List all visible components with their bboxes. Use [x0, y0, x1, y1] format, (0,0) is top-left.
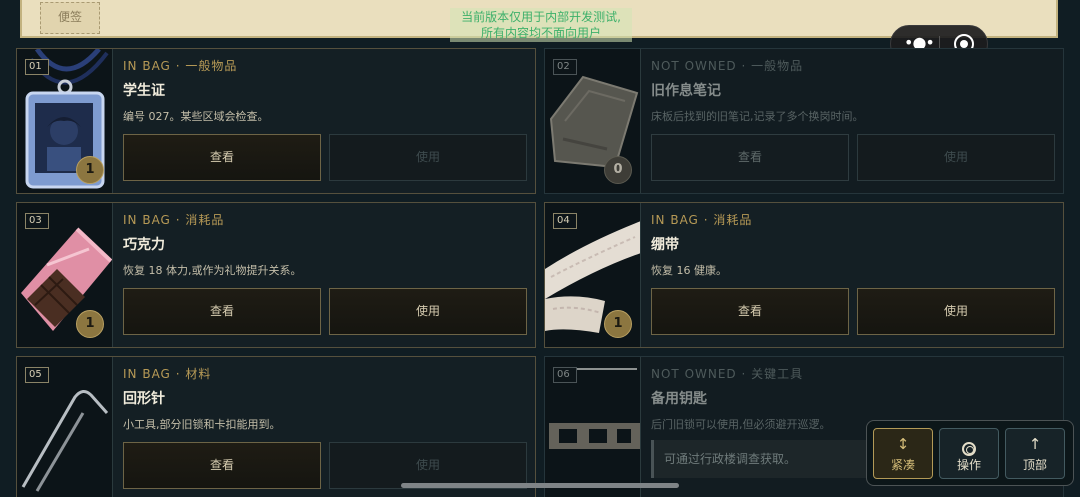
- action-ring-icon: [962, 442, 976, 456]
- arrow-up-icon: ↑: [1028, 435, 1042, 453]
- meta-separator: ·: [741, 367, 747, 381]
- action-button[interactable]: 操作: [939, 428, 999, 479]
- item-card: 04 1 IN BAG · 消耗品 绷带 恢复 16 健康。 查看 使用: [544, 202, 1064, 348]
- use-button[interactable]: 使用: [329, 288, 527, 335]
- view-button[interactable]: 查看: [651, 134, 849, 181]
- meta-separator: ·: [175, 367, 181, 381]
- item-index: 02: [553, 59, 577, 75]
- item-thumbnail: 03 1: [17, 203, 113, 347]
- item-description: 小工具,部分旧锁和卡扣能用到。: [123, 418, 281, 431]
- home-indicator[interactable]: [401, 483, 679, 488]
- dev-notice-line1: 当前版本仅用于内部开发测试,: [461, 10, 621, 24]
- item-thumbnail: 01 1: [17, 49, 113, 193]
- item-category: 关键工具: [751, 367, 804, 381]
- item-status: IN BAG: [123, 213, 171, 227]
- item-name: 旧作息笔记: [651, 83, 721, 99]
- item-index: 03: [25, 213, 49, 229]
- item-description: 后门旧锁可以使用,但必须避开巡逻。: [651, 418, 831, 431]
- item-index: 05: [25, 367, 49, 383]
- item-meta: IN BAG · 一般物品: [123, 57, 237, 74]
- item-card: 02 0 NOT OWNED · 一般物品 旧作息笔记 床板后找到的旧笔记,记录…: [544, 48, 1064, 194]
- item-index: 06: [553, 367, 577, 383]
- item-card: 03 1 IN BAG · 消耗品 巧克力 恢复 18 体力,或作为礼物提升关系…: [16, 202, 536, 348]
- item-card: 01 1 IN BAG · 一般物品 学生证 编号 027。某些区域会检查。 查…: [16, 48, 536, 194]
- scroll-top-label: 顶部: [1022, 458, 1047, 472]
- item-status: IN BAG: [123, 367, 171, 381]
- item-thumbnail: 02 0: [545, 49, 641, 193]
- note-tag[interactable]: 便签: [40, 2, 100, 34]
- item-meta: NOT OWNED · 一般物品: [651, 57, 803, 74]
- item-status: NOT OWNED: [651, 367, 737, 381]
- use-button[interactable]: 使用: [329, 442, 527, 489]
- item-thumbnail: 06: [545, 357, 641, 497]
- use-button[interactable]: 使用: [329, 134, 527, 181]
- compact-arrows-icon: ↕: [896, 435, 910, 453]
- item-category: 一般物品: [751, 59, 804, 73]
- item-meta: IN BAG · 材料: [123, 365, 211, 382]
- action-ring-icon-wrap: [940, 435, 998, 456]
- item-meta: IN BAG · 消耗品: [651, 211, 752, 228]
- item-meta: NOT OWNED · 关键工具: [651, 365, 803, 382]
- item-index: 04: [553, 213, 577, 229]
- item-quantity-badge: 1: [76, 310, 104, 338]
- item-card: 05 IN BAG · 材料 回形针 小工具,部分旧锁和卡扣能用到。 查看 使用: [16, 356, 536, 497]
- item-category: 消耗品: [713, 213, 753, 227]
- item-name: 绷带: [651, 237, 679, 253]
- item-name: 回形针: [123, 391, 165, 407]
- item-index: 01: [25, 59, 49, 75]
- compact-label: 紧凑: [890, 458, 915, 472]
- meta-separator: ·: [703, 213, 709, 227]
- view-button[interactable]: 查看: [123, 134, 321, 181]
- view-button[interactable]: 查看: [651, 288, 849, 335]
- meta-separator: ·: [175, 213, 181, 227]
- item-thumbnail: 05: [17, 357, 113, 497]
- item-description: 床板后找到的旧笔记,记录了多个换岗时间。: [651, 110, 864, 123]
- meta-separator: ·: [741, 59, 747, 73]
- scroll-top-button[interactable]: ↑ 顶部: [1005, 428, 1065, 479]
- item-category: 一般物品: [185, 59, 238, 73]
- dev-notice-line2: 所有内容均不面向用户: [480, 26, 601, 40]
- item-name: 学生证: [123, 83, 165, 99]
- item-status: NOT OWNED: [651, 59, 737, 73]
- item-status: IN BAG: [651, 213, 699, 227]
- item-description: 编号 027。某些区域会检查。: [123, 110, 269, 123]
- meta-separator: ·: [175, 59, 181, 73]
- item-status: IN BAG: [123, 59, 171, 73]
- item-quantity-badge: 1: [604, 310, 632, 338]
- item-description: 恢复 16 健康。: [651, 264, 727, 277]
- item-category: 材料: [185, 367, 212, 381]
- view-button[interactable]: 查看: [123, 442, 321, 489]
- dev-notice: 当前版本仅用于内部开发测试, 所有内容均不面向用户: [450, 8, 632, 42]
- item-thumbnail: 04 1: [545, 203, 641, 347]
- floating-toolbar: ↕ 紧凑 操作 ↑ 顶部: [866, 420, 1074, 486]
- item-quantity-badge: 0: [604, 156, 632, 184]
- action-label: 操作: [956, 458, 981, 472]
- item-category: 消耗品: [185, 213, 225, 227]
- use-button[interactable]: 使用: [857, 288, 1055, 335]
- item-name: 备用钥匙: [651, 391, 707, 407]
- acquire-hint: 可通过行政楼调查获取。: [651, 440, 881, 478]
- compact-button[interactable]: ↕ 紧凑: [873, 428, 933, 479]
- item-name: 巧克力: [123, 237, 165, 253]
- view-button[interactable]: 查看: [123, 288, 321, 335]
- item-description: 恢复 18 体力,或作为礼物提升关系。: [123, 264, 302, 277]
- item-quantity-badge: 1: [76, 156, 104, 184]
- use-button[interactable]: 使用: [857, 134, 1055, 181]
- item-meta: IN BAG · 消耗品: [123, 211, 224, 228]
